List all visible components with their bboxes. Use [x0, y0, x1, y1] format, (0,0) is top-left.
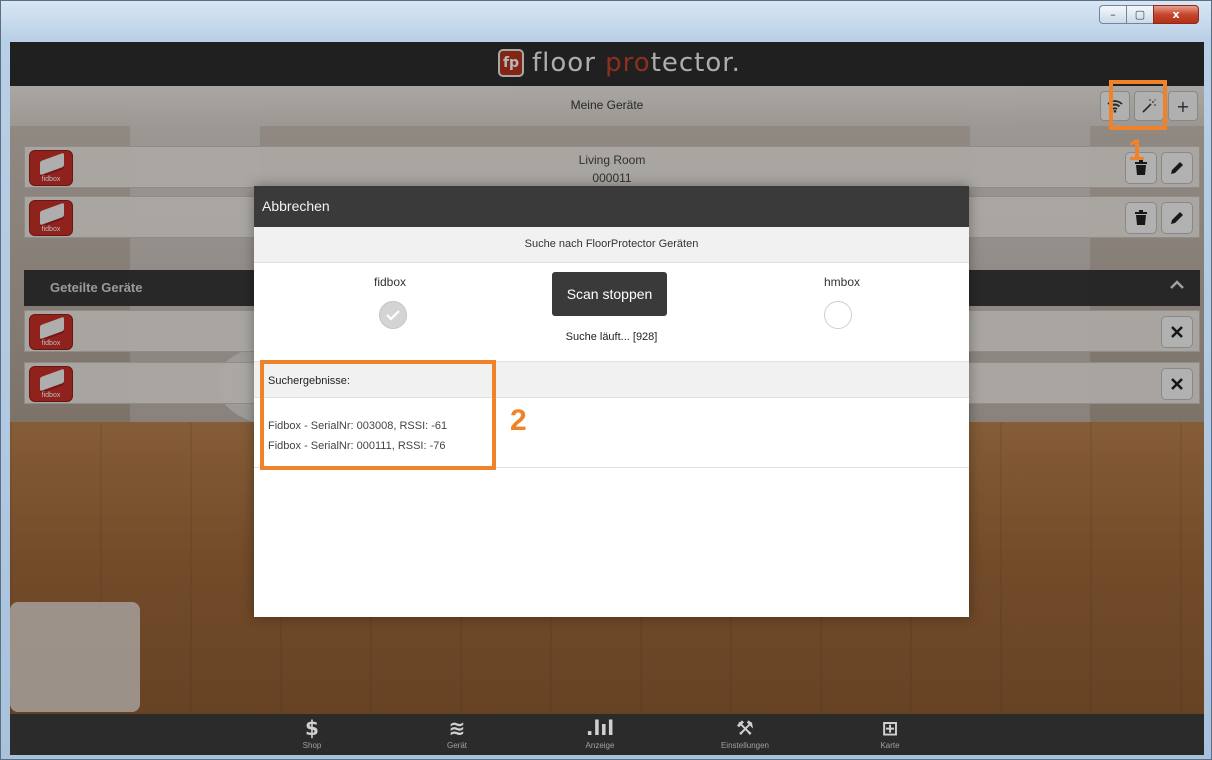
hmbox-radio[interactable]	[824, 301, 852, 329]
tab-label: Gerät	[446, 741, 467, 750]
fidbox-option-label: fidbox	[374, 275, 407, 289]
tab-geraet[interactable]: ≋ Gerät	[412, 717, 502, 750]
tab-einstellungen[interactable]: ⚒ Einstellungen	[700, 717, 790, 750]
tab-karte[interactable]: ⊞ Karte	[845, 717, 935, 750]
scan-status: Suche läuft... [928]	[565, 331, 658, 343]
fidbox-radio[interactable]	[379, 301, 407, 329]
map-icon: ⊞	[881, 716, 899, 740]
tab-anzeige[interactable]: .lıl Anzeige	[555, 717, 645, 750]
tab-label: Einstellungen	[720, 741, 770, 750]
tools-icon: ⚒	[736, 716, 754, 740]
tab-label: Karte	[880, 741, 900, 750]
dollar-icon: $	[305, 716, 319, 740]
highlight-box-2	[260, 360, 496, 470]
bottom-tab-bar: $ Shop ≋ Gerät .lıl Anzeige ⚒ Einstellun…	[10, 714, 1204, 755]
app-container: fp floor protector. Meine Geräte + fidbo…	[10, 42, 1204, 755]
tab-label: Shop	[302, 741, 322, 750]
highlight-box-1	[1109, 80, 1167, 130]
check-icon	[386, 310, 400, 321]
maximize-button[interactable]: ▢	[1126, 5, 1153, 24]
layers-icon: ≋	[448, 716, 466, 740]
tab-label: Anzeige	[585, 741, 615, 750]
window-controls: – ▢ x	[1099, 5, 1199, 24]
minimize-button[interactable]: –	[1099, 5, 1126, 24]
close-window-button[interactable]: x	[1153, 5, 1199, 24]
tab-shop[interactable]: $ Shop	[267, 717, 357, 750]
cancel-button[interactable]: Abbrechen	[262, 198, 330, 214]
scan-stop-button[interactable]: Scan stoppen	[552, 272, 667, 316]
bar-chart-icon: .lıl	[585, 716, 615, 740]
scan-area: fidbox Scan stoppen Suche läuft... [928]…	[254, 263, 969, 362]
window-frame: – ▢ x fp floor protector. Meine Geräte +…	[0, 0, 1212, 760]
hmbox-option-label: hmbox	[824, 275, 861, 289]
annotation-number-1: 1	[1128, 134, 1145, 167]
dialog-header: Abbrechen	[254, 186, 969, 227]
annotation-number-2: 2	[510, 404, 527, 437]
dialog-subtitle: Suche nach FloorProtector Geräten	[254, 227, 969, 263]
